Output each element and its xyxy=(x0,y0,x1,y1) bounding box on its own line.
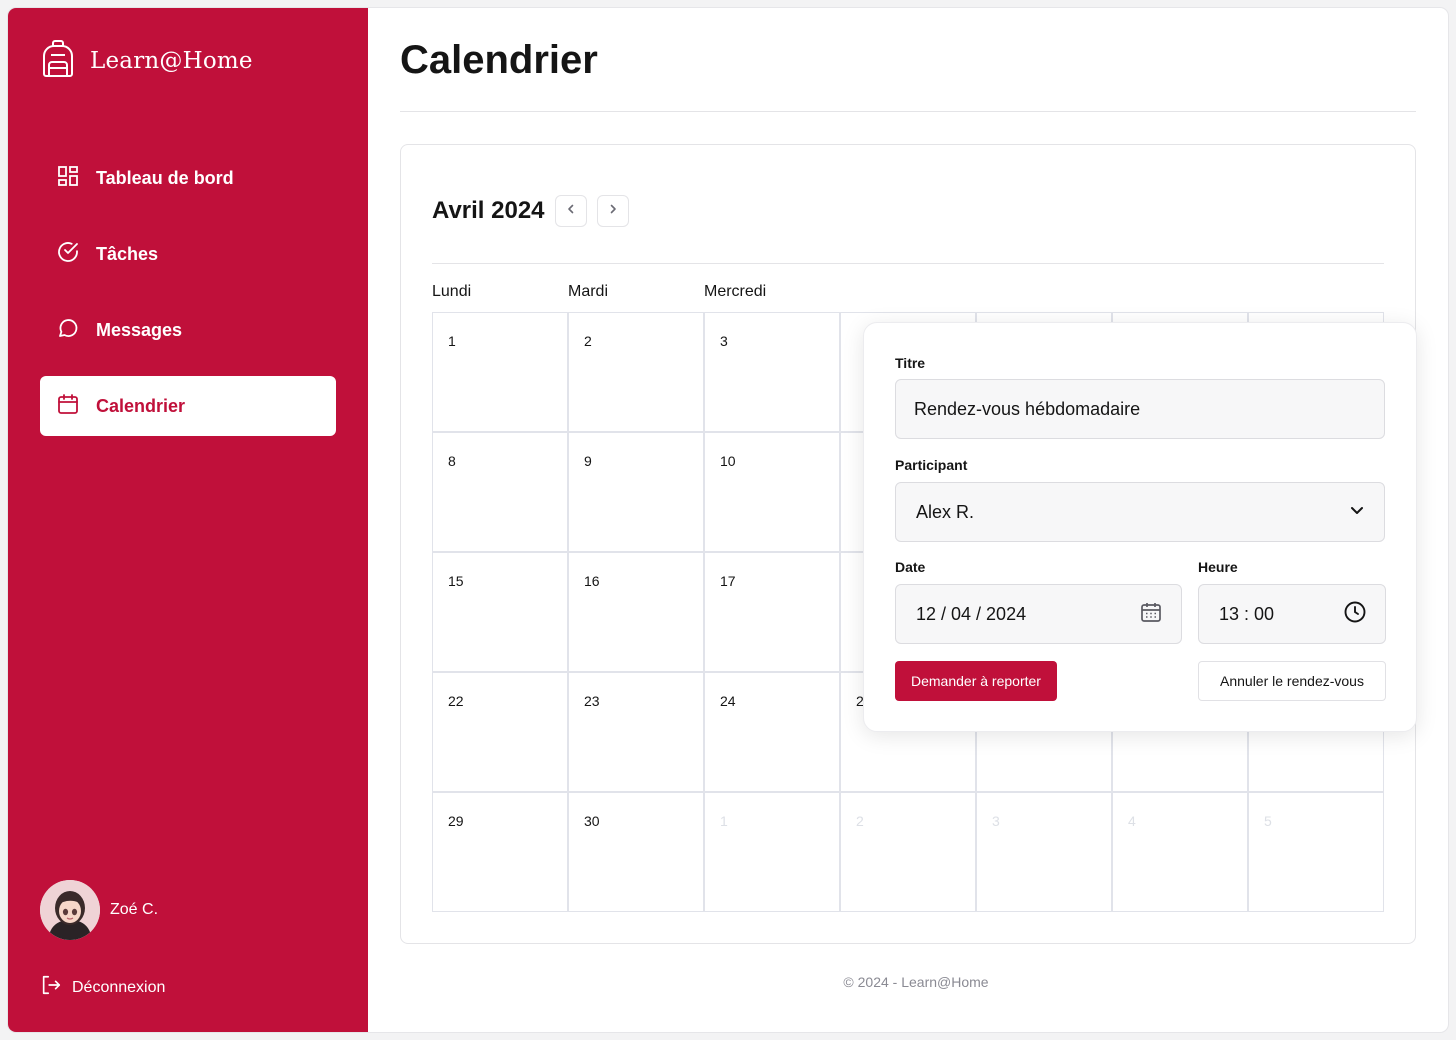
calendar-day[interactable]: 15 xyxy=(432,552,568,672)
calendar-day[interactable]: 2 xyxy=(568,312,704,432)
time-input[interactable]: 13 : 00 xyxy=(1198,584,1386,644)
brand-name: Learn@Home xyxy=(90,47,253,74)
logout-label: Déconnexion xyxy=(72,978,166,996)
calendar-day[interactable]: 17 xyxy=(704,552,840,672)
main-content: Calendrier Avril 2024 Lundi Mardi Mercre… xyxy=(368,8,1448,1032)
calendar-day[interactable]: 23 xyxy=(568,672,704,792)
calendar-day[interactable]: 3 xyxy=(704,312,840,432)
calendar-day-next-month[interactable]: 5 xyxy=(1248,792,1384,912)
sidebar-item-label: Tâches xyxy=(96,243,159,264)
date-label: Date xyxy=(895,559,926,575)
calendar-day-next-month[interactable]: 3 xyxy=(976,792,1112,912)
user-name: Zoé C. xyxy=(110,901,159,918)
calendar-day[interactable]: 9 xyxy=(568,432,704,552)
logout-icon xyxy=(40,974,62,1001)
chevron-down-icon xyxy=(1348,501,1366,524)
dashboard-icon xyxy=(56,164,80,193)
user-profile[interactable]: Zoé C. xyxy=(40,880,158,940)
date-input[interactable]: 12 / 04 / 2024 xyxy=(895,584,1182,644)
sidebar-item-calendar[interactable]: Calendrier xyxy=(40,376,336,436)
calendar-day[interactable]: 29 xyxy=(432,792,568,912)
participant-select-value: Alex R. xyxy=(916,501,975,522)
chat-bubble-icon xyxy=(56,316,80,345)
title-label: Titre xyxy=(895,355,926,371)
request-reschedule-button[interactable]: Demander à reporter xyxy=(895,661,1057,701)
calendar-day[interactable]: 10 xyxy=(704,432,840,552)
brand[interactable]: Learn@Home xyxy=(40,38,253,83)
participant-select[interactable]: Alex R. xyxy=(895,482,1385,542)
chevron-left-icon xyxy=(565,202,577,220)
sidebar-item-messages[interactable]: Messages xyxy=(40,300,336,360)
cancel-appointment-button[interactable]: Annuler le rendez-vous xyxy=(1198,661,1386,701)
clock-icon[interactable] xyxy=(1343,600,1367,629)
footer: © 2024 - Learn@Home xyxy=(843,974,989,990)
calendar-day[interactable]: 24 xyxy=(704,672,840,792)
calendar-header: Avril 2024 xyxy=(432,195,629,227)
calendar-day-next-month[interactable]: 2 xyxy=(840,792,976,912)
weekday-label: Mardi xyxy=(568,283,609,300)
weekday-label: Lundi xyxy=(432,283,472,300)
date-input-value: 12 / 04 / 2024 xyxy=(916,603,1027,624)
calendar-day-next-month[interactable]: 4 xyxy=(1112,792,1248,912)
calendar-day[interactable]: 1 xyxy=(432,312,568,432)
time-input-value: 13 : 00 xyxy=(1219,603,1275,624)
weekday-label: Mercredi xyxy=(704,283,767,300)
sidebar-item-label: Calendrier xyxy=(96,395,186,416)
next-month-button[interactable] xyxy=(596,195,629,227)
sidebar-item-tasks[interactable]: Tâches xyxy=(40,224,336,284)
backpack-icon xyxy=(40,38,76,83)
weekday-header: Lundi Mardi Mercredi xyxy=(432,283,1384,301)
calendar-day[interactable]: 22 xyxy=(432,672,568,792)
month-label: Avril 2024 xyxy=(432,197,545,224)
sidebar-nav: Tableau de bord Tâches Messages Calendri… xyxy=(40,148,336,452)
calendar-day[interactable]: 8 xyxy=(432,432,568,552)
calendar-card: Avril 2024 Lundi Mardi Mercredi 1 2 3 8 … xyxy=(400,144,1417,944)
app-window: Learn@Home Tableau de bord Tâches Messag… xyxy=(8,8,1448,1032)
time-label: Heure xyxy=(1198,559,1238,575)
divider xyxy=(400,111,1416,112)
avatar[interactable] xyxy=(40,880,100,940)
logout-button[interactable]: Déconnexion xyxy=(40,974,165,1001)
calendar-icon xyxy=(56,392,80,421)
check-circle-icon xyxy=(56,240,80,269)
appointment-popover: Titre Rendez-vous hébdomadaire Participa… xyxy=(863,322,1417,732)
page-title: Calendrier xyxy=(400,38,598,82)
sidebar-item-dashboard[interactable]: Tableau de bord xyxy=(40,148,336,208)
calendar-day[interactable]: 16 xyxy=(568,552,704,672)
calendar-day[interactable]: 30 xyxy=(568,792,704,912)
participant-label: Participant xyxy=(895,457,968,473)
prev-month-button[interactable] xyxy=(554,195,587,227)
divider xyxy=(432,263,1384,264)
title-input-value: Rendez-vous hébdomadaire xyxy=(914,398,1141,419)
sidebar: Learn@Home Tableau de bord Tâches Messag… xyxy=(8,8,368,1032)
title-input[interactable]: Rendez-vous hébdomadaire xyxy=(895,379,1385,439)
calendar-icon[interactable] xyxy=(1139,600,1163,629)
calendar-day-next-month[interactable]: 1 xyxy=(704,792,840,912)
sidebar-item-label: Messages xyxy=(96,319,183,340)
chevron-right-icon xyxy=(607,202,619,220)
sidebar-item-label: Tableau de bord xyxy=(96,167,234,188)
